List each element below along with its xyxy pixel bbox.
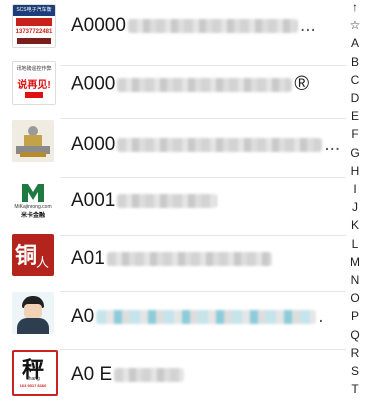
contact-list: SCS电子汽车衡 13737722481 A0000... 讯地磅遥控作弊 说再… (0, 0, 346, 400)
contact-name: A0. (71, 306, 324, 328)
avatar-slogan: 说再见! (17, 80, 51, 91)
index-letter[interactable]: G (344, 146, 366, 160)
index-letter[interactable]: M (344, 255, 366, 269)
avatar-pinyin: chang (26, 376, 40, 382)
blurred-text (117, 137, 323, 152)
index-letter[interactable]: A (344, 37, 366, 50)
contact-name: A01 (71, 248, 272, 270)
contact-avatar: 铜 人 (12, 234, 54, 276)
avatar-glyph: 人 (36, 255, 50, 270)
contact-name: A0000... (71, 15, 316, 37)
index-letter[interactable]: T (344, 383, 366, 396)
contact-name-text: A001 (71, 190, 116, 211)
contact-avatar (12, 292, 54, 334)
blurred-text (96, 309, 317, 324)
avatar-caption: 讯地磅遥控作弊 (16, 66, 52, 72)
avatar-caption: 米卡金融 (20, 213, 45, 219)
blurred-text (127, 18, 298, 33)
contact-row[interactable]: 铜 人 A01 (0, 226, 346, 292)
blurred-text (117, 193, 218, 208)
avatar-glyph: 铜 (15, 243, 38, 268)
index-letter[interactable]: C (344, 73, 366, 87)
index-letter[interactable]: L (344, 237, 366, 251)
index-letter[interactable]: I (344, 183, 366, 196)
contact-avatar: 讯地磅遥控作弊 说再见! (12, 61, 56, 105)
index-star[interactable]: ☆ (344, 19, 366, 32)
blurred-text (106, 251, 272, 266)
contact-avatar: 秤 chang 163 9517 8366 (12, 350, 58, 396)
ellipsis: ... (324, 134, 341, 155)
index-letter[interactable]: O (344, 292, 366, 305)
avatar-phone: 13737722481 (15, 29, 53, 35)
index-letter[interactable]: R (344, 346, 366, 360)
contact-name-text: A000 (71, 134, 116, 155)
contact-name: A0 E (71, 364, 185, 386)
index-letter[interactable]: S (344, 365, 366, 378)
registered-mark: ® (294, 73, 310, 95)
contact-name-text: A0000 (71, 15, 126, 36)
alphabet-index-bar[interactable]: ↑ ☆ A B C D E F G H I J K L M N O P Q R S T (344, 0, 366, 400)
contact-name: A000 ® (71, 73, 309, 96)
blurred-text (117, 77, 293, 92)
avatar-phone: 163 9517 8366 (19, 383, 47, 388)
index-letter[interactable]: F (344, 128, 366, 141)
ellipsis: ... (299, 15, 316, 36)
index-letter[interactable]: P (344, 310, 366, 323)
avatar-caption: SCS电子汽车衡 (16, 7, 52, 13)
index-letter[interactable]: D (344, 92, 366, 105)
index-letter[interactable]: Q (344, 328, 366, 342)
contact-name: A000... (71, 134, 340, 156)
blurred-text (114, 367, 185, 382)
ellipsis: . (318, 306, 324, 327)
index-letter[interactable]: J (344, 201, 366, 214)
index-letter[interactable]: E (344, 110, 366, 123)
contact-name-text: A0 E (71, 364, 113, 385)
index-up-arrow[interactable]: ↑ (344, 1, 366, 14)
contact-row[interactable]: 讯地磅遥控作弊 说再见! A000 ® (0, 53, 346, 119)
contact-avatar (12, 120, 54, 162)
contact-name: A001 (71, 190, 218, 212)
contact-name-text: A01 (71, 248, 105, 269)
index-letter[interactable]: B (344, 55, 366, 69)
contact-avatar: MiKajinrong.com 米卡金融 (12, 178, 54, 220)
contact-avatar: SCS电子汽车衡 13737722481 (12, 4, 56, 48)
index-letter[interactable]: H (344, 164, 366, 178)
contact-name-text: A0 (71, 306, 95, 327)
index-letter[interactable]: K (344, 219, 366, 232)
contact-row[interactable]: A000... (0, 112, 346, 178)
contact-name-text: A000 (71, 73, 116, 95)
index-letter[interactable]: N (344, 274, 366, 287)
contact-row[interactable]: 秤 chang 163 9517 8366 A0 E (0, 340, 346, 406)
